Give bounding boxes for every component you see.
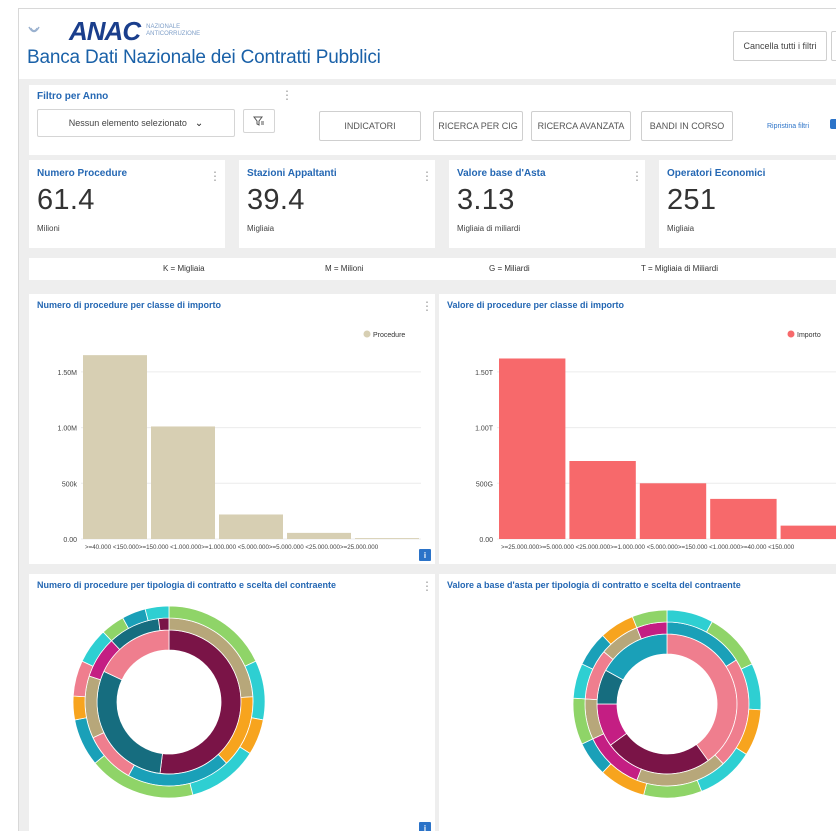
logo-subtitle-line2: ANTICORRUZIONE — [146, 31, 201, 37]
panel-contract-type-value: Valore a base d'asta per tipologia di co… — [439, 574, 836, 831]
y-tick-label: 1.50T — [475, 370, 494, 377]
unit-legend-item: K = Migliaia — [163, 264, 205, 273]
sunburst-segment — [158, 617, 170, 632]
logo-subtitle-line1: NAZIONALE — [146, 24, 181, 30]
info-icon[interactable]: i — [419, 822, 431, 831]
panel-procedure-value: Valore di procedure per classe di import… — [439, 294, 836, 564]
bar — [569, 461, 636, 539]
tab-indicatori[interactable]: INDICATORI — [319, 111, 421, 141]
y-tick-label: 0.00 — [479, 537, 493, 544]
y-tick-label: 0.00 — [63, 537, 77, 544]
y-tick-label: 1.00M — [58, 426, 78, 433]
tab-bandi-in-corso[interactable]: BANDI IN CORSO — [641, 111, 733, 141]
y-tick-label: 1.50M — [58, 370, 78, 377]
header-extra-button[interactable] — [831, 31, 836, 61]
bookmark-icon[interactable] — [830, 119, 836, 129]
filter-funnel-icon — [253, 116, 264, 126]
clear-filters-button[interactable]: Cancella tutti i filtri — [733, 31, 827, 61]
legend-label: Importo — [797, 332, 821, 339]
kpi-stazioni-appaltanti: Stazioni Appaltanti ⋮ 39.4 Migliaia — [239, 160, 435, 248]
bar — [151, 426, 215, 539]
unit-legend-item: M = Milioni — [325, 264, 364, 273]
kpi-value: 39.4 — [247, 184, 305, 216]
kpi-title: Operatori Economici — [667, 168, 766, 179]
bar — [355, 538, 419, 539]
y-tick-label: 500k — [62, 481, 78, 488]
kpi-title: Numero Procedure — [37, 168, 128, 179]
bar — [639, 483, 707, 539]
bar — [499, 358, 566, 539]
kpi-menu-icon[interactable]: ⋮ — [421, 170, 433, 182]
filter-menu-icon[interactable]: ⋮ — [281, 89, 293, 101]
bar-chart-importo: 0.00 500G 1.00T 1.50T >=25.000.000>=5.000.00… — [475, 330, 836, 551]
kpi-menu-icon[interactable]: ⋮ — [631, 170, 643, 182]
sunburst-chart-value — [572, 609, 762, 799]
tab-ricerca-per-cig[interactable]: RICERCA PER CIG — [433, 111, 523, 141]
bar — [83, 355, 147, 539]
unit-legend-item: T = Migliaia di Miliardi — [641, 264, 718, 273]
kpi-unit: Migliaia — [247, 224, 275, 233]
logo: ANAC NAZIONALE ANTICORRUZIONE — [27, 16, 200, 46]
x-tick-labels: >=25.000.000>=5.000.000 <25.000.000>=1.0… — [501, 544, 795, 551]
kpi-operatori-economici: Operatori Economici 251 Migliaia — [659, 160, 836, 248]
panel-procedure-count: Numero di procedure per classe di import… — [29, 294, 435, 564]
kpi-unit: Migliaia di miliardi — [457, 224, 521, 233]
unit-legend-item: G = Miliardi — [489, 264, 530, 273]
filter-panel: Filtro per Anno ⋮ Nessun elemento selezi… — [29, 85, 836, 155]
legend-label: Procedure — [373, 332, 405, 339]
dashboard-frame: ANAC NAZIONALE ANTICORRUZIONE Banca Dati… — [18, 8, 836, 831]
year-select-value: Nessun elemento selezionato — [68, 118, 187, 128]
logo-text: ANAC — [69, 16, 141, 46]
kpi-value: 251 — [667, 184, 717, 216]
kpi-value: 61.4 — [37, 184, 95, 216]
bar — [219, 514, 283, 539]
tab-ricerca-avanzata[interactable]: RICERCA AVANZATA — [531, 111, 631, 141]
filter-apply-button[interactable] — [243, 109, 275, 133]
y-tick-label: 1.00T — [475, 426, 494, 433]
year-select[interactable]: Nessun elemento selezionato ⌄ — [37, 109, 235, 137]
kpi-numero-procedure: Numero Procedure ⋮ 61.4 Milioni — [29, 160, 225, 248]
bar — [780, 525, 836, 539]
page-title: Banca Dati Nazionale dei Contratti Pubbl… — [27, 47, 381, 68]
kpi-title: Valore base d'Asta — [457, 168, 546, 179]
sunburst-segment — [144, 605, 170, 622]
x-tick-labels: >=40.000 <150.000>=150.000 <1.000.000>=1… — [85, 544, 379, 551]
info-icon[interactable]: i — [419, 549, 431, 561]
legend-marker — [787, 330, 795, 338]
legend-marker — [363, 330, 371, 338]
logo-subtitle: NAZIONALE ANTICORRUZIONE — [146, 24, 200, 38]
unit-legend: K = Migliaia M = Milioni G = Miliardi T … — [29, 258, 836, 280]
panel-contract-type-count: Numero di procedure per tipologia di con… — [29, 574, 435, 831]
bar — [710, 498, 777, 539]
header: ANAC NAZIONALE ANTICORRUZIONE Banca Dati… — [19, 9, 836, 79]
y-tick-label: 500G — [476, 481, 493, 488]
chevron-down-icon: ⌄ — [194, 117, 204, 129]
kpi-value: 3.13 — [457, 184, 515, 216]
sunburst-segment — [72, 695, 87, 721]
kpi-menu-icon[interactable]: ⋮ — [209, 170, 221, 182]
kpi-valore-base-asta: Valore base d'Asta ⋮ 3.13 Migliaia di mi… — [449, 160, 645, 248]
kpi-title: Stazioni Appaltanti — [247, 168, 337, 179]
bar — [287, 532, 351, 539]
sunburst-chart-count — [72, 605, 266, 799]
kpi-unit: Migliaia — [667, 224, 695, 233]
kpi-unit: Milioni — [37, 224, 60, 233]
bar-chart-procedure: 0.00 500k 1.00M 1.50M >=40.000 <150.000>=150… — [58, 330, 421, 551]
filter-year-label: Filtro per Anno — [37, 91, 109, 102]
anac-seal-icon — [28, 26, 40, 33]
reset-filters-link[interactable]: Ripristina filtri — [767, 123, 809, 130]
